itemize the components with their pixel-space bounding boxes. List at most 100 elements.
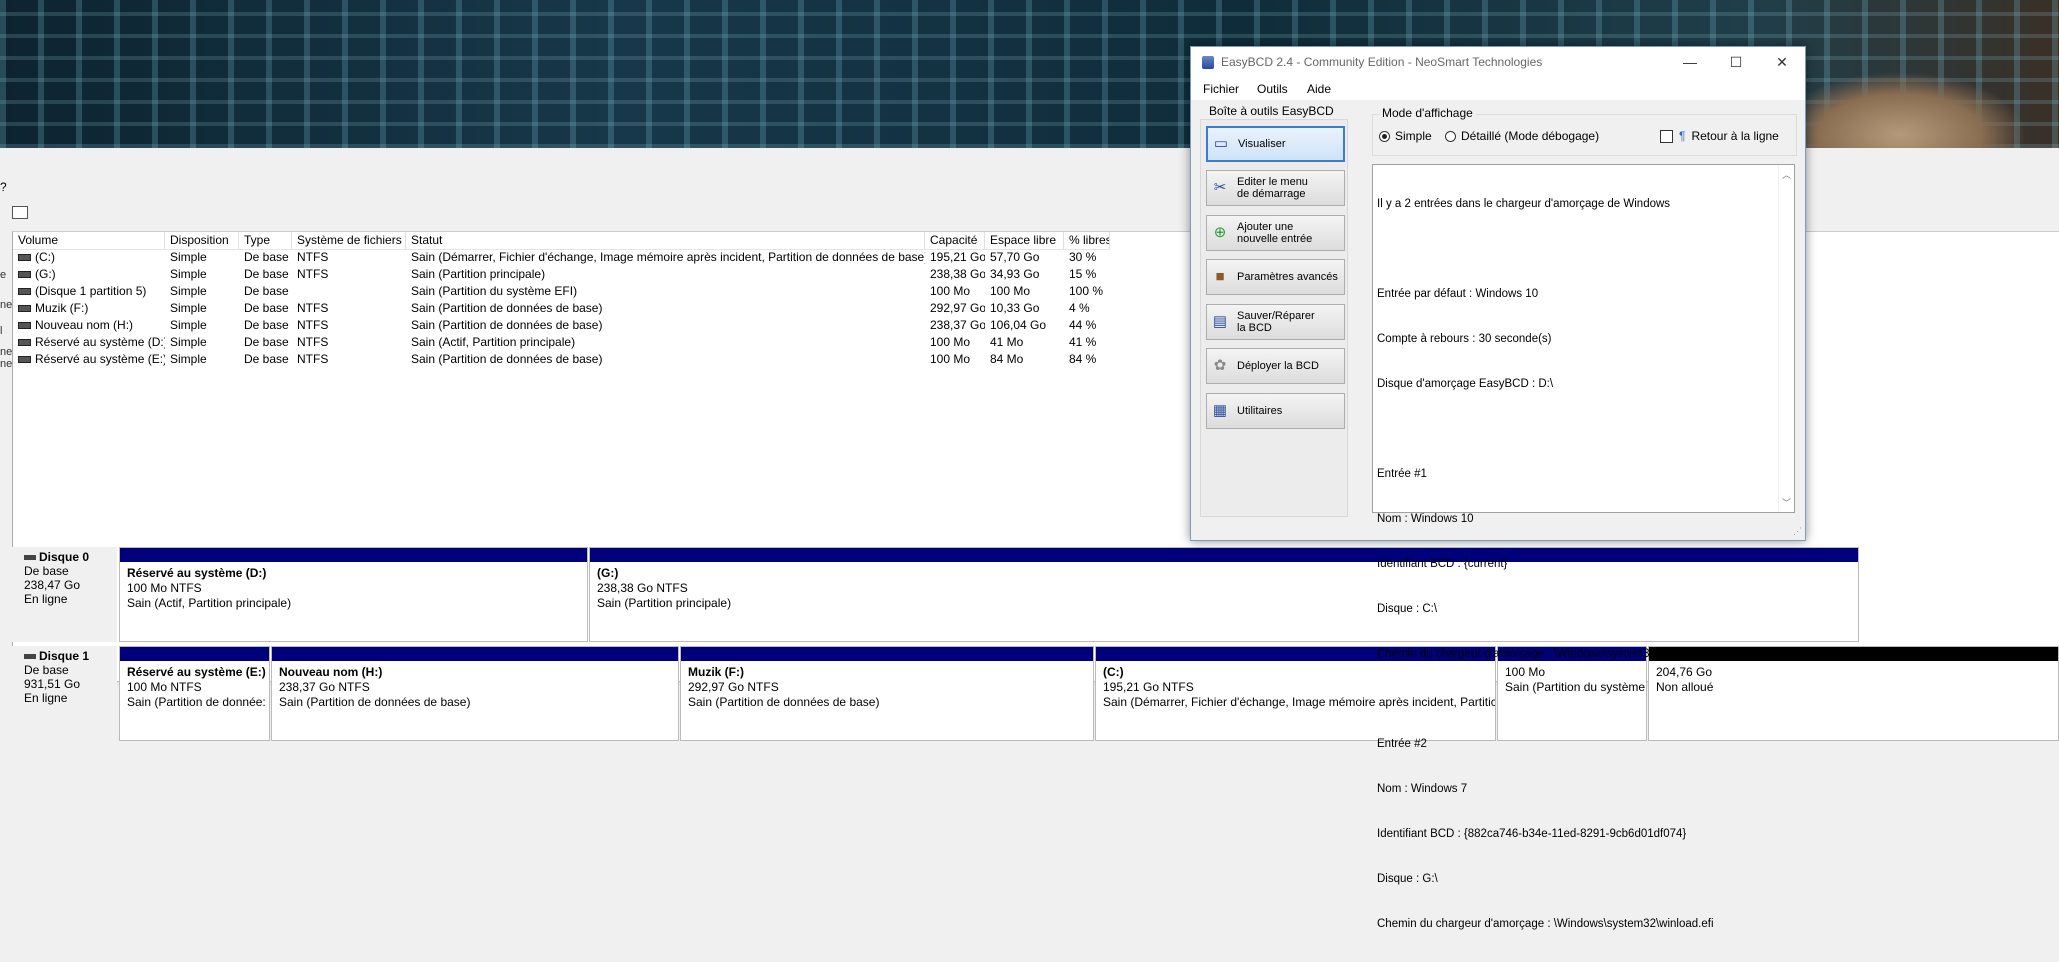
disposition-cell: Simple: [170, 301, 207, 315]
toolbox-title: Boîte à outils EasyBCD: [1209, 104, 1334, 118]
advanced-settings-button[interactable]: ■ Paramètres avancés: [1206, 259, 1345, 295]
minimize-button[interactable]: —: [1667, 47, 1713, 78]
column-header-status[interactable]: Statut: [406, 232, 925, 249]
disposition-cell: Simple: [170, 318, 207, 332]
advanced-settings-icon: ■: [1215, 268, 1225, 285]
volume-icon: [18, 254, 31, 262]
left-pane-text: l: [0, 325, 3, 337]
partition-name: Muzik (F:): [688, 665, 744, 679]
volume-icon: [18, 356, 31, 364]
volume-icon: [18, 305, 31, 313]
disk-label[interactable]: Disque 0 De base 238,47 Go En ligne: [12, 547, 117, 642]
table-row[interactable]: (G:) Simple De base NTFS Sain (Partition…: [13, 266, 1110, 283]
save-repair-bcd-button[interactable]: ▤ Sauver/Réparer la BCD: [1206, 304, 1345, 340]
volume-name: (Disque 1 partition 5): [35, 284, 147, 298]
utilities-button[interactable]: ▦ Utilitaires: [1206, 393, 1345, 429]
table-row[interactable]: (Disque 1 partition 5) Simple De base Sa…: [13, 283, 1110, 300]
title-bar[interactable]: EasyBCD 2.4 - Community Edition - NeoSma…: [1191, 47, 1805, 78]
column-header-capacity[interactable]: Capacité: [925, 232, 985, 249]
volume-cell: Réservé au système (E:): [13, 351, 165, 368]
disk-state: En ligne: [24, 592, 68, 606]
deploy-bcd-button[interactable]: ✿ Déployer la BCD: [1206, 348, 1345, 384]
column-header-disposition[interactable]: Disposition: [165, 232, 239, 249]
bcd-output-textarea[interactable]: Il y a 2 entrées dans le chargeur d'amor…: [1372, 164, 1795, 930]
partition-block[interactable]: Réservé au système (E:) 100 Mo NTFS Sain…: [119, 646, 270, 741]
volume-name: Réservé au système (D:): [35, 335, 165, 349]
type-cell: De base: [244, 335, 289, 349]
maximize-button[interactable]: ☐: [1713, 47, 1759, 78]
window-title: EasyBCD 2.4 - Community Edition - NeoSma…: [1221, 55, 1543, 69]
disposition-cell: Simple: [170, 267, 207, 281]
disk-size: 931,51 Go: [24, 677, 81, 691]
display-mode-title: Mode d'affichage: [1379, 106, 1476, 120]
mode-detail-radio[interactable]: Détaillé (Mode débogage): [1445, 129, 1599, 143]
word-wrap-icon: ¶: [1679, 129, 1686, 143]
volume-icon: [18, 339, 31, 347]
button-label: Sauver/Réparer la BCD: [1237, 310, 1315, 334]
volume-name: (G:): [35, 267, 56, 281]
menu-fichier[interactable]: Fichier: [1203, 82, 1239, 96]
menu-outils[interactable]: Outils: [1257, 82, 1288, 96]
scroll-down-icon[interactable]: ﹀: [1782, 496, 1791, 509]
view-button[interactable]: ▭ Visualiser: [1206, 126, 1345, 162]
partition-block[interactable]: Réservé au système (D:) 100 Mo NTFS Sain…: [119, 547, 588, 642]
toolbar-icon[interactable]: [12, 206, 28, 219]
table-row[interactable]: Réservé au système (D:) Simple De base N…: [13, 334, 1110, 351]
volume-icon: [18, 322, 31, 330]
partition-status: Sain (Partition de données de base): [688, 695, 880, 709]
output-line: Il y a 2 entrées dans le chargeur d'amor…: [1377, 198, 1671, 210]
table-row[interactable]: Nouveau nom (H:) Simple De base NTFS Sai…: [13, 317, 1110, 334]
add-entry-button[interactable]: ⊕ Ajouter une nouvelle entrée: [1206, 215, 1345, 251]
output-line: Disque : G:\: [1377, 873, 1438, 885]
button-label: Editer le menu de démarrage: [1237, 176, 1308, 200]
output-line: Compte à rebours : 30 seconde(s): [1377, 333, 1552, 345]
utilities-icon: ▦: [1212, 402, 1228, 419]
vertical-scrollbar[interactable]: ︿ ﹀: [1778, 165, 1794, 512]
status-cell: Sain (Partition de données de base): [411, 352, 603, 366]
column-header-free-space[interactable]: Espace libre: [985, 232, 1064, 249]
output-line: Chemin du chargeur d'amorçage : \Windows…: [1377, 648, 1714, 660]
disk-row-disk-0: Disque 0 De base 238,47 Go En ligne Rése…: [12, 547, 2059, 642]
save-repair-icon: ▤: [1212, 313, 1228, 330]
disk-name: Disque 0: [39, 550, 90, 564]
output-line: Entrée #2: [1377, 738, 1427, 750]
type-cell: De base: [244, 284, 289, 298]
column-header-volume[interactable]: Volume: [13, 232, 165, 249]
mode-simple-radio[interactable]: Simple: [1379, 129, 1432, 143]
table-row[interactable]: (C:) Simple De base NTFS Sain (Démarrer,…: [13, 249, 1110, 266]
partition-block[interactable]: Muzik (F:) 292,97 Go NTFS Sain (Partitio…: [680, 646, 1094, 741]
word-wrap-checkbox[interactable]: ¶ Retour à la ligne: [1660, 129, 1779, 143]
volume-icon: [18, 271, 31, 279]
volume-name: Muzik (F:): [35, 301, 89, 315]
table-row[interactable]: Muzik (F:) Simple De base NTFS Sain (Par…: [13, 300, 1110, 317]
table-row[interactable]: Réservé au système (E:) Simple De base N…: [13, 351, 1110, 368]
menu-aide[interactable]: Aide: [1307, 82, 1331, 96]
column-header-filesystem[interactable]: Système de fichiers: [292, 232, 406, 249]
partition-name: Réservé au système (E:): [127, 665, 266, 679]
scroll-up-icon[interactable]: ︿: [1782, 168, 1791, 181]
close-button[interactable]: ✕: [1759, 47, 1805, 78]
resize-grip-icon[interactable]: ⋰: [1793, 526, 1802, 537]
volume-name: Réservé au système (E:): [35, 352, 165, 366]
edit-boot-menu-button[interactable]: ✂ Editer le menu de démarrage: [1206, 170, 1345, 206]
disk-type: De base: [24, 663, 69, 677]
percent-free-cell: 84 %: [1069, 352, 1097, 366]
output-line: Chemin du chargeur d'amorçage : \Windows…: [1377, 918, 1714, 930]
column-header-percent-free[interactable]: % libres: [1064, 232, 1110, 249]
partition-size: 238,38 Go NTFS: [597, 581, 688, 595]
button-label: Déployer la BCD: [1237, 360, 1319, 372]
disk-management-menu-fragment[interactable]: ?: [0, 180, 7, 194]
partition-block[interactable]: Nouveau nom (H:) 238,37 Go NTFS Sain (Pa…: [271, 646, 679, 741]
filesystem-cell: NTFS: [297, 335, 329, 349]
disk-row-disk-1: Disque 1 De base 931,51 Go En ligne Rése…: [12, 646, 2059, 741]
volume-cell: Réservé au système (D:): [13, 334, 165, 351]
disk-label[interactable]: Disque 1 De base 931,51 Go En ligne: [12, 646, 117, 741]
column-header-type[interactable]: Type: [239, 232, 292, 249]
volume-name: (C:): [35, 250, 55, 264]
add-entry-icon: ⊕: [1213, 224, 1227, 241]
monitor-icon: ▭: [1213, 135, 1229, 152]
type-cell: De base: [244, 318, 289, 332]
type-cell: De base: [244, 250, 289, 264]
